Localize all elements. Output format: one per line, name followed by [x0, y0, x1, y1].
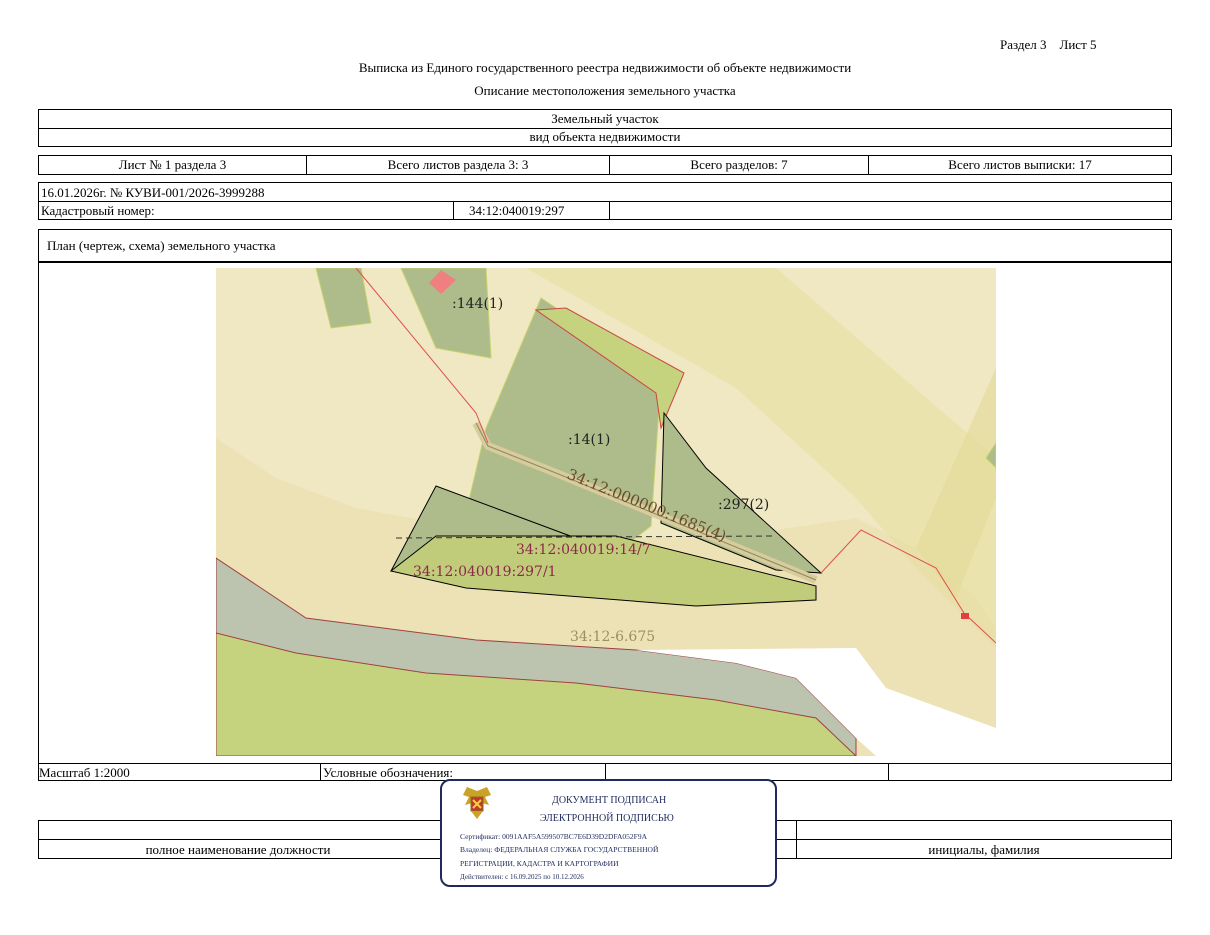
cadastral-number: 34:12:040019:297	[469, 203, 565, 218]
plan-title: План (чертеж, схема) земельного участка	[47, 238, 276, 253]
object-type: Земельный участок	[39, 110, 1171, 129]
label-parcel-14: :14(1)	[568, 432, 610, 448]
label-parcel-144: :144(1)	[452, 296, 503, 312]
stamp-certificate: Сертификат: 0091AAF5A599507BC7E6D39D2DFA…	[460, 832, 648, 841]
total-sheets-section: Всего листов раздела 3: 3	[307, 156, 610, 174]
object-type-caption: вид объекта недвижимости	[529, 129, 681, 144]
label-parcel-297: :297(2)	[718, 497, 769, 513]
cadastral-map-svg: :144(1) :14(1) :297(2) 34:12:000000:1685…	[216, 268, 996, 756]
scale-label: Масштаб 1:2000	[39, 765, 130, 780]
total-sheets-extract: Всего листов выписки: 17	[948, 157, 1092, 172]
object-type-box: Земельный участок вид объекта недвижимос…	[38, 109, 1172, 147]
emblem-icon	[463, 787, 491, 819]
stamp-owner1: Владелец: ФЕДЕРАЛЬНАЯ СЛУЖБА ГОСУДАРСТВЕ…	[460, 845, 659, 854]
name-caption: инициалы, фамилия	[928, 841, 1040, 857]
stamp-valid: Действителен: с 16.09.2025 по 10.12.2026	[460, 873, 584, 881]
section-sheet-label: Раздел 3 Лист 5	[1000, 37, 1097, 52]
label-sub-14-7: 34:12:040019:14/7	[516, 542, 651, 558]
stamp-owner2: РЕГИСТРАЦИИ, КАДАСТРА И КАРТОГРАФИИ	[460, 859, 619, 868]
e-signature-stamp: ДОКУМЕНТ ПОДПИСАН ЭЛЕКТРОННОЙ ПОДПИСЬЮ С…	[440, 779, 777, 887]
record-date-number: 16.01.2026г. № КУВИ-001/2026-3999288	[41, 185, 265, 200]
east-marker	[961, 613, 969, 619]
label-zone: 34:12-6.675	[570, 629, 655, 645]
sheet-info-row: Лист № 1 раздела 3 Всего листов раздела …	[38, 155, 1172, 175]
position-caption: полное наименование должности	[145, 841, 331, 857]
label-sub-297-1: 34:12:040019:297/1	[413, 564, 557, 580]
cadastral-map[interactable]: :144(1) :14(1) :297(2) 34:12:000000:1685…	[216, 268, 996, 756]
record-box: 16.01.2026г. № КУВИ-001/2026-3999288 Кад…	[38, 182, 1172, 220]
sheet-number: Лист № 1 раздела 3	[39, 156, 307, 174]
total-sections: Всего разделов: 7	[610, 156, 869, 174]
stamp-line1: ДОКУМЕНТ ПОДПИСАН	[552, 795, 667, 806]
legend-label: Условные обозначения:	[323, 765, 454, 780]
stamp-line2: ЭЛЕКТРОННОЙ ПОДПИСЬЮ	[540, 813, 674, 824]
cadastral-label: Кадастровый номер:	[41, 203, 155, 218]
document-subtitle: Описание местоположения земельного участ…	[474, 83, 736, 98]
document-title: Выписка из Единого государственного реес…	[358, 60, 852, 75]
